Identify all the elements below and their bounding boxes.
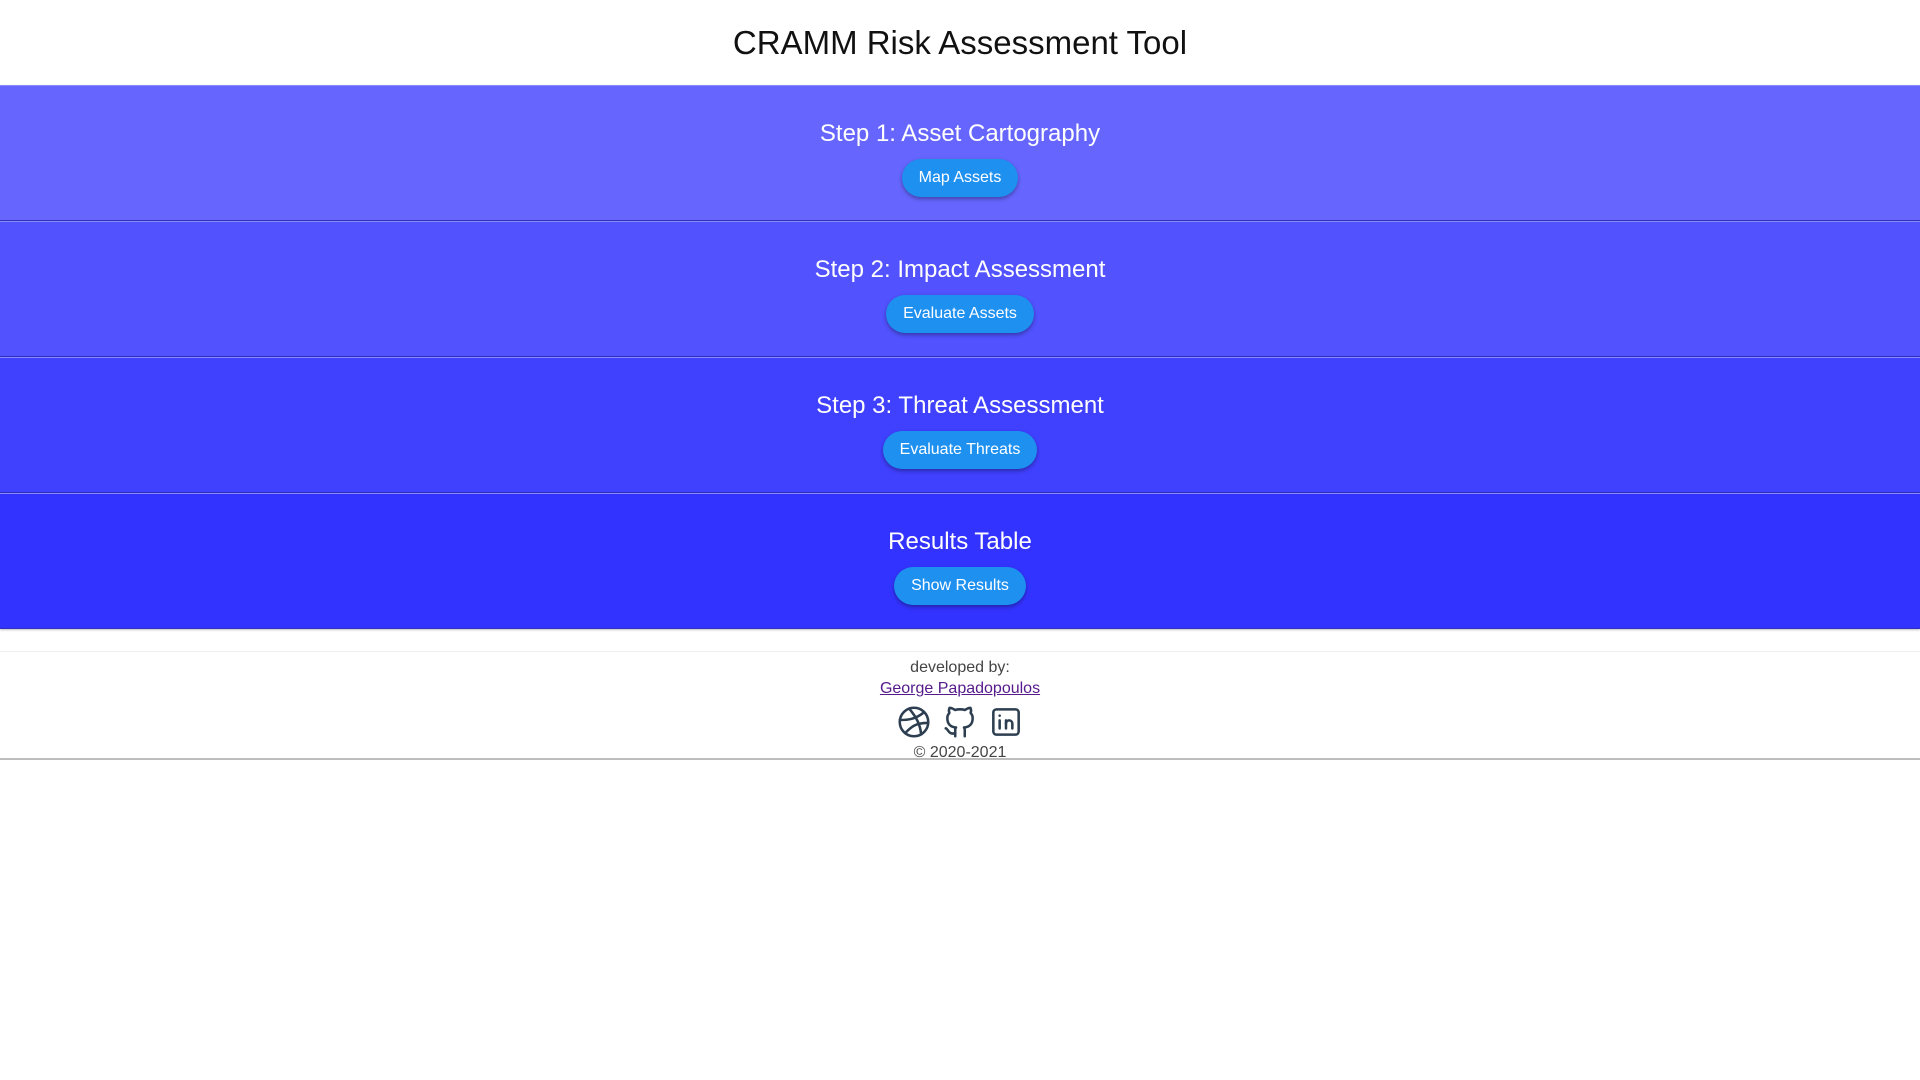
github-icon[interactable] <box>941 703 979 741</box>
results-section: Results Table Show Results <box>0 493 1920 629</box>
steps-container: Step 1: Asset Cartography Map Assets Ste… <box>0 85 1920 629</box>
footer: developed by: George Papadopoulos © 2020… <box>0 651 1920 761</box>
developed-by-label: developed by: <box>910 659 1010 676</box>
evaluate-assets-button[interactable]: Evaluate Assets <box>886 295 1034 333</box>
step-section-3: Step 3: Threat Assessment Evaluate Threa… <box>0 357 1920 493</box>
map-assets-button[interactable]: Map Assets <box>901 159 1019 197</box>
copyright-text: © 2020-2021 <box>913 744 1007 761</box>
page: CRAMM Risk Assessment Tool Step 1: Asset… <box>0 0 1920 1080</box>
evaluate-threats-button[interactable]: Evaluate Threats <box>882 431 1038 469</box>
linkedin-icon[interactable] <box>987 703 1025 741</box>
step-section-2: Step 2: Impact Assessment Evaluate Asset… <box>0 221 1920 357</box>
step-title: Step 2: Impact Assessment <box>814 256 1106 283</box>
social-links <box>0 703 1920 741</box>
author-link[interactable]: George Papadopoulos <box>880 678 1040 699</box>
dribbble-icon[interactable] <box>895 703 933 741</box>
show-results-button[interactable]: Show Results <box>894 567 1026 605</box>
page-title: CRAMM Risk Assessment Tool <box>732 24 1188 61</box>
step-title: Step 1: Asset Cartography <box>819 120 1101 147</box>
step-section-1: Step 1: Asset Cartography Map Assets <box>0 85 1920 221</box>
step-title: Step 3: Threat Assessment <box>816 392 1104 419</box>
step-title: Results Table <box>888 528 1032 555</box>
